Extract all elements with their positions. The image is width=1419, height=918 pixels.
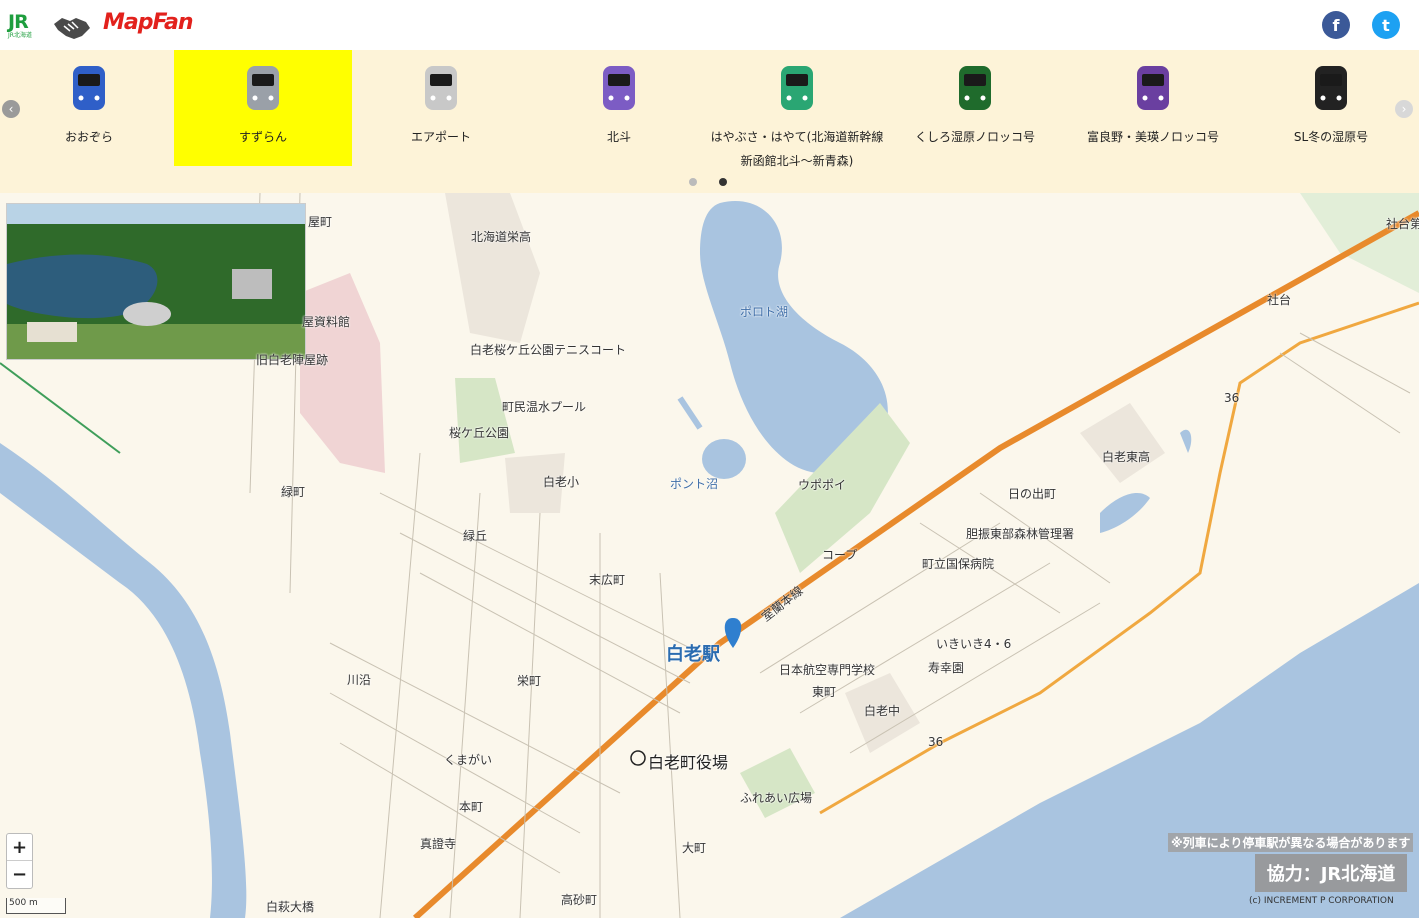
train-icon: [1315, 66, 1347, 110]
train-label: エアポート: [410, 130, 471, 144]
zoom-control: + −: [6, 833, 33, 889]
map-label-kumagai: くまがい: [444, 753, 493, 767]
train-label: 富良野・美瑛ノロッコ号: [1086, 130, 1219, 144]
stream: [677, 396, 703, 430]
train-label: くしろ湿原ノロッコ号: [914, 130, 1035, 144]
train-label: すずらん: [238, 130, 287, 144]
map-label-tennis: 白老桜ケ丘公園テニスコート: [470, 343, 627, 357]
river: [0, 443, 247, 918]
copyright-text: (c) INCREMENT P CORPORATION: [1249, 896, 1394, 906]
train-icon: [1137, 66, 1169, 110]
map-label-shadai2: 社台第: [1386, 217, 1419, 231]
map-label-poroto: ポロト湖: [740, 305, 789, 319]
carousel-dots: [687, 178, 737, 188]
handshake-icon: [52, 12, 92, 42]
map-label-route36b: 36: [928, 735, 944, 749]
mapfan-logo-text: MapFan: [103, 10, 193, 35]
map-label-coop-store: コープ: [822, 548, 858, 562]
map-label-yamachi: 屋町: [308, 215, 333, 229]
app-root: JR JR北海道 MapFan f t ‹ おおぞら すずらん エアポート 北斗 はやぶ…: [0, 0, 1419, 918]
train-label: はやぶさ・はやて(北海道新幹線: [710, 130, 884, 144]
map-label-route36a: 36: [1224, 391, 1240, 405]
carousel-dot-2[interactable]: [719, 178, 727, 186]
station-pin: [724, 618, 742, 648]
header: JR JR北海道 MapFan f t: [0, 0, 1419, 50]
train-item-5[interactable]: はやぶさ・はやて(北海道新幹線 新函館北斗〜新青森): [708, 50, 886, 168]
map-label-kawazoi: 川沿: [347, 673, 372, 687]
train-item-4[interactable]: 北斗: [530, 50, 708, 166]
map-label-takasago: 高砂町: [561, 893, 598, 907]
train-item-2[interactable]: すずらん: [174, 50, 352, 166]
map-label-jukoen: 寿幸園: [928, 661, 965, 675]
map-label-shiryokan: 屋資料館: [302, 315, 351, 329]
train-icon: [247, 66, 279, 110]
map-label-hospital: 町立国保病院: [922, 557, 995, 571]
carousel-dot-1[interactable]: [689, 178, 697, 186]
map-label-ikiiki: いきいき4・6: [936, 637, 1012, 651]
map-label-chu: 白老中: [864, 704, 901, 718]
higashi-ko-area: [1080, 403, 1165, 483]
map-label-sakuragaoka: 桜ケ丘公園: [449, 426, 510, 440]
train-icon: [781, 66, 813, 110]
historic-area: [300, 273, 385, 473]
map-label-nikku: 日本航空専門学校: [779, 663, 876, 677]
stop-notice: ※列車により停車駅が異なる場合があります: [1168, 833, 1414, 852]
sakuragaoka-park: [455, 378, 515, 463]
jr-logo-subtext: JR北海道: [8, 32, 32, 39]
fureai-area: [740, 748, 815, 818]
train-icon: [603, 66, 635, 110]
train-icon: [73, 66, 105, 110]
map-label-upopoy: ウポポイ: [798, 478, 847, 492]
train-item-7[interactable]: 富良野・美瑛ノロッコ号: [1064, 50, 1242, 166]
map-label-ohashi: 白萩大橋: [266, 900, 315, 914]
map-label-midoricho: 緑町: [281, 485, 306, 499]
eiko-school-area: [445, 193, 540, 343]
mapfan-logo[interactable]: MapFan: [103, 10, 203, 40]
map-label-shinshoji: 真證寺: [420, 837, 457, 851]
twitter-icon[interactable]: t: [1372, 11, 1400, 39]
ponto-pond: [702, 439, 746, 479]
map-label-honmachi: 本町: [459, 800, 484, 814]
train-label: SL冬の湿原号: [1293, 130, 1369, 144]
train-item-3[interactable]: エアポート: [352, 50, 530, 166]
train-icon: [959, 66, 991, 110]
map-label-omachi: 大町: [682, 841, 707, 855]
map-label-shadai: 社台: [1267, 293, 1292, 307]
map-label-sakaemachi: 栄町: [517, 674, 542, 688]
cooperation-badge: 協力：JR北海道: [1255, 854, 1407, 892]
townhall-marker: [630, 750, 646, 766]
map-label-yashiki: 旧白老陣屋跡: [256, 353, 329, 367]
train-item-8[interactable]: SL冬の湿原号: [1242, 50, 1419, 166]
zoom-in-button[interactable]: +: [7, 834, 32, 861]
train-item-6[interactable]: くしろ湿原ノロッコ号: [886, 50, 1064, 166]
map-label-midorioka: 緑丘: [463, 529, 488, 543]
map-label-higashi-ko: 白老東高: [1102, 450, 1151, 464]
map-label-yakuba: 白老町役場: [648, 753, 729, 772]
map-view[interactable]: 屋町屋資料館旧白老陣屋跡 緑町 北海道栄高白老桜ケ丘公園テニスコート町民温水プール桜…: [0, 193, 1419, 918]
train-label: おおぞら: [64, 130, 113, 144]
map-label-hinode: 日の出町: [1008, 487, 1057, 501]
jr-logo-text: JR: [8, 11, 29, 33]
train-label: 北斗: [606, 130, 631, 144]
map-label-forest: 胆振東部森林管理署: [966, 527, 1075, 541]
map-label-higashimachi: 東町: [812, 685, 837, 699]
map-label-pool: 町民温水プール: [502, 400, 587, 414]
location-photo: [6, 203, 306, 360]
map-label-eiko: 北海道栄高: [471, 230, 532, 244]
train-item-1[interactable]: おおぞら: [0, 50, 178, 166]
jr-hokkaido-logo[interactable]: JR JR北海道: [8, 12, 44, 40]
zoom-out-button[interactable]: −: [7, 861, 32, 888]
map-label-ponto: ポント沼: [670, 477, 719, 491]
scale-bar: 500 m: [6, 898, 66, 914]
carousel-next-button[interactable]: ›: [1395, 100, 1413, 118]
map-label-station[interactable]: 白老駅: [666, 640, 720, 666]
train-label-line2: 新函館北斗〜新青森): [740, 154, 854, 168]
map-label-suehiro: 末広町: [589, 573, 626, 587]
facebook-icon[interactable]: f: [1322, 11, 1350, 39]
map-label-fureai: ふれあい広場: [740, 791, 813, 805]
train-carousel: ‹ おおぞら すずらん エアポート 北斗 はやぶさ・はやて(北海道新幹線 新函館北斗〜新青…: [0, 50, 1419, 193]
map-label-shiraoi-sho: 白老小: [543, 475, 580, 489]
train-icon: [425, 66, 457, 110]
